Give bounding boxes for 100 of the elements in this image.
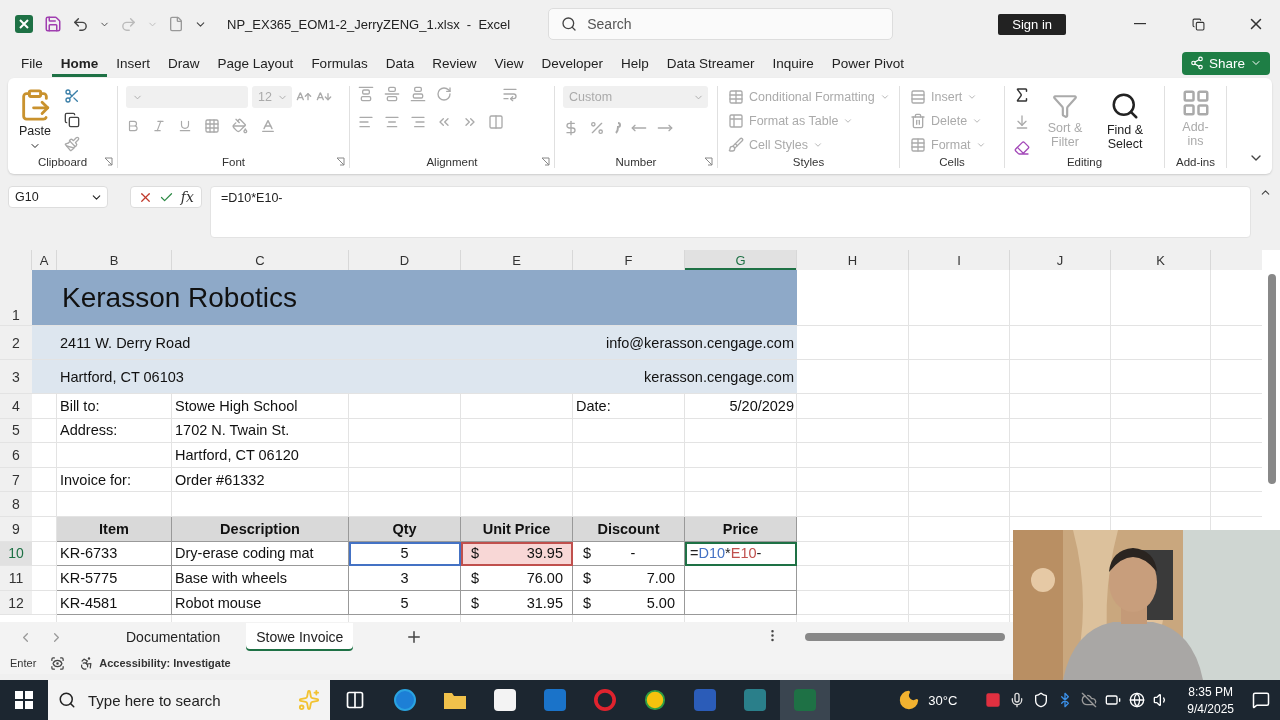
horizontal-scrollbar[interactable] bbox=[805, 633, 1005, 641]
font-name-field[interactable] bbox=[126, 86, 248, 108]
weather-icon[interactable] bbox=[898, 689, 921, 711]
sign-in-button[interactable]: Sign in bbox=[998, 13, 1066, 35]
table-cell-text: Dry-erase coding mat bbox=[175, 545, 315, 562]
top-align-icon[interactable] bbox=[358, 86, 374, 102]
menu-tab[interactable]: Developer bbox=[532, 49, 612, 77]
borders-icon[interactable] bbox=[204, 118, 220, 134]
row-header[interactable]: 2 bbox=[0, 326, 32, 359]
table-cell-text: Base with wheels bbox=[175, 569, 289, 586]
menu-tab[interactable]: Power Pivot bbox=[822, 49, 913, 77]
find-select-button[interactable]: Find & Select bbox=[1099, 89, 1151, 153]
insert-rows-icon bbox=[910, 89, 926, 105]
currency-icon[interactable] bbox=[563, 120, 579, 136]
row-header[interactable]: 8 bbox=[0, 492, 32, 516]
cloud-off-icon[interactable] bbox=[1081, 692, 1098, 708]
insert-function-button[interactable]: fx bbox=[180, 189, 194, 205]
orientation-icon[interactable] bbox=[436, 86, 452, 102]
row-header[interactable]: 7 bbox=[0, 467, 32, 492]
save-icon[interactable] bbox=[44, 15, 62, 33]
accessibility-icon[interactable] bbox=[79, 655, 95, 671]
currency-symbol: $ bbox=[582, 594, 592, 611]
menu-tab[interactable]: Page Layout bbox=[208, 49, 303, 77]
vertical-scrollbar[interactable] bbox=[1268, 274, 1276, 484]
table-cell-text: 39.95 bbox=[525, 545, 564, 562]
sheet-tab[interactable]: Stowe Invoice bbox=[246, 623, 354, 651]
merge-icon[interactable] bbox=[488, 114, 504, 130]
group-label: Styles bbox=[792, 156, 825, 168]
currency-symbol: $ bbox=[582, 545, 592, 562]
table-cell-text: KR-4581 bbox=[60, 594, 119, 611]
underline-icon[interactable] bbox=[178, 119, 192, 133]
excel-icon[interactable] bbox=[780, 680, 830, 720]
globe-icon[interactable] bbox=[1129, 692, 1146, 708]
align-right-icon[interactable] bbox=[410, 114, 426, 130]
menu-tab[interactable]: Data bbox=[376, 49, 424, 77]
battery-icon[interactable] bbox=[1105, 692, 1122, 708]
menu-tab[interactable]: Formulas bbox=[302, 49, 377, 77]
menu-tab[interactable]: Help bbox=[612, 49, 658, 77]
dialog-launcher-icon[interactable] bbox=[704, 157, 713, 166]
middle-align-icon[interactable] bbox=[384, 86, 400, 102]
menu-tab[interactable]: Inquire bbox=[763, 49, 823, 77]
formula-field[interactable]: =D10*E10- bbox=[210, 186, 1251, 238]
wrap-text-icon[interactable] bbox=[502, 86, 518, 102]
column-header[interactable]: G bbox=[685, 250, 797, 270]
fill-color-icon[interactable] bbox=[232, 118, 248, 134]
clear-icon[interactable] bbox=[1013, 140, 1031, 156]
table-cell-text: Hartford, CT 06103 bbox=[60, 368, 185, 385]
align-left-icon[interactable] bbox=[358, 114, 374, 130]
dialog-launcher-icon[interactable] bbox=[541, 157, 550, 166]
copy-icon[interactable] bbox=[64, 112, 80, 128]
italic-icon[interactable] bbox=[152, 119, 166, 133]
dialog-launcher-icon[interactable] bbox=[104, 157, 113, 166]
row-header[interactable]: 11 bbox=[0, 566, 32, 590]
table-cell-text: 5 bbox=[399, 594, 410, 611]
row-header[interactable]: 5 bbox=[0, 418, 32, 443]
menu-tab[interactable]: Insert bbox=[107, 49, 160, 77]
chevron-down-icon bbox=[879, 92, 890, 102]
align-center-icon[interactable] bbox=[384, 114, 400, 130]
row-header[interactable]: 4 bbox=[0, 394, 32, 418]
format-painter-icon[interactable] bbox=[64, 136, 80, 152]
undo-icon[interactable] bbox=[72, 15, 89, 33]
record-icon[interactable] bbox=[985, 692, 1002, 708]
comma-icon[interactable] bbox=[615, 122, 621, 134]
new-file-icon[interactable] bbox=[168, 16, 184, 32]
share-button[interactable]: Share bbox=[1181, 51, 1270, 75]
trash-icon bbox=[910, 113, 926, 129]
taskbar-search-field[interactable]: Type here to search bbox=[48, 680, 330, 720]
name-box[interactable]: G10 bbox=[8, 186, 108, 208]
table-icon bbox=[728, 113, 744, 129]
notifications-icon[interactable] bbox=[1252, 691, 1270, 709]
bold-icon[interactable] bbox=[126, 119, 140, 133]
bottom-align-icon[interactable] bbox=[410, 86, 426, 102]
paste-button[interactable]: Paste bbox=[16, 86, 54, 154]
table-cell-text: Bill to: bbox=[60, 397, 101, 414]
table-cell-text: 5 bbox=[399, 545, 410, 562]
row-header[interactable]: 12 bbox=[0, 590, 32, 615]
menu-tab[interactable]: File bbox=[12, 49, 52, 77]
menu-tab[interactable]: Review bbox=[423, 49, 486, 77]
group-label: Clipboard bbox=[37, 156, 88, 168]
table-cell-text: 5.00 bbox=[645, 594, 676, 611]
row-header[interactable]: 6 bbox=[0, 443, 32, 467]
accessibility-status[interactable]: Accessibility: Investigate bbox=[99, 657, 231, 669]
cut-icon[interactable] bbox=[64, 88, 80, 104]
percent-icon[interactable] bbox=[589, 120, 605, 136]
redo-icon[interactable] bbox=[120, 15, 137, 33]
search-field[interactable]: Search bbox=[548, 8, 894, 40]
table-icon bbox=[910, 137, 926, 153]
row-header[interactable]: 9 bbox=[0, 516, 32, 541]
macro-recording-icon[interactable] bbox=[50, 655, 66, 671]
menu-tab[interactable]: Home bbox=[51, 49, 108, 77]
dialog-launcher-icon[interactable] bbox=[336, 157, 345, 166]
menu-tab[interactable]: View bbox=[485, 49, 533, 77]
row-header[interactable]: 10 bbox=[0, 541, 32, 566]
row-header[interactable]: 1 bbox=[0, 270, 32, 325]
menu-tab[interactable]: Data Streamer bbox=[657, 49, 764, 77]
menu-tab[interactable]: Draw bbox=[159, 49, 209, 77]
shield-icon[interactable] bbox=[1033, 692, 1050, 708]
row-header[interactable]: 3 bbox=[0, 360, 32, 393]
font-color-icon[interactable] bbox=[260, 118, 276, 134]
sheet-tab[interactable]: Documentation bbox=[116, 623, 231, 651]
